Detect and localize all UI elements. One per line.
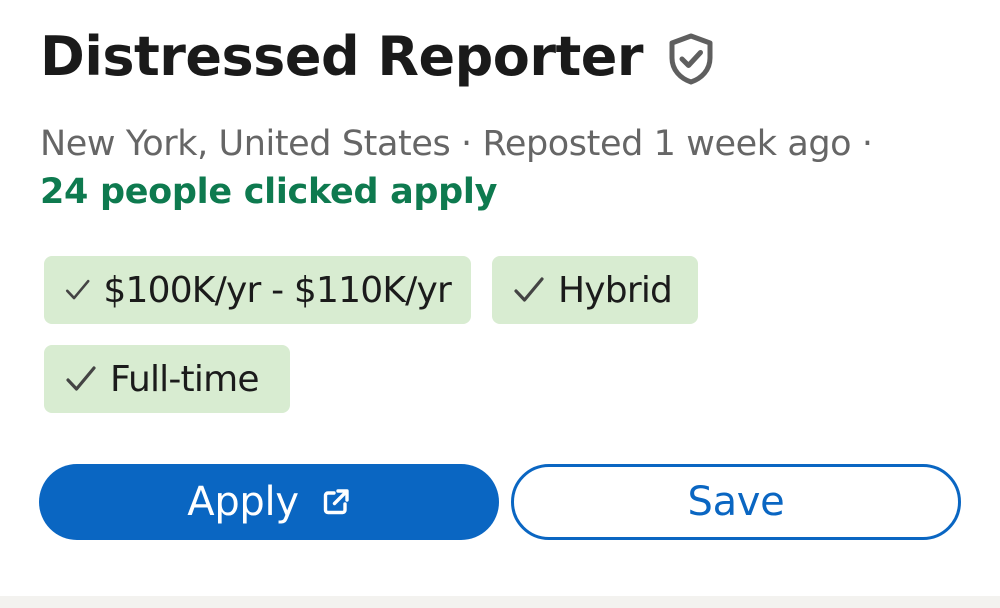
employment-type-chip: Full-time (44, 345, 290, 413)
save-button[interactable]: Save (511, 464, 961, 540)
salary-chip: $100K/yr - $110K/yr (44, 256, 471, 324)
external-link-icon (323, 489, 349, 515)
checkmark-icon (65, 279, 90, 300)
section-divider (0, 596, 1000, 608)
checkmark-icon (66, 366, 96, 391)
job-card: Distressed Reporter New York, United Sta… (0, 0, 1000, 608)
job-meta-line: New York, United States · Reposted 1 wee… (40, 124, 873, 164)
title-row: Distressed Reporter (40, 22, 715, 92)
shield-check-icon (669, 33, 713, 85)
applicants-count: 24 people clicked apply (40, 172, 498, 212)
save-button-label: Save (687, 479, 785, 525)
workplace-chip: Hybrid (492, 256, 698, 324)
salary-chip-label: $100K/yr - $110K/yr (103, 269, 451, 311)
workplace-chip-label: Hybrid (558, 269, 673, 311)
job-title: Distressed Reporter (40, 25, 644, 88)
checkmark-icon (514, 277, 544, 302)
employment-type-chip-label: Full-time (110, 358, 259, 400)
apply-button-label: Apply (187, 479, 299, 525)
apply-button[interactable]: Apply (39, 464, 499, 540)
